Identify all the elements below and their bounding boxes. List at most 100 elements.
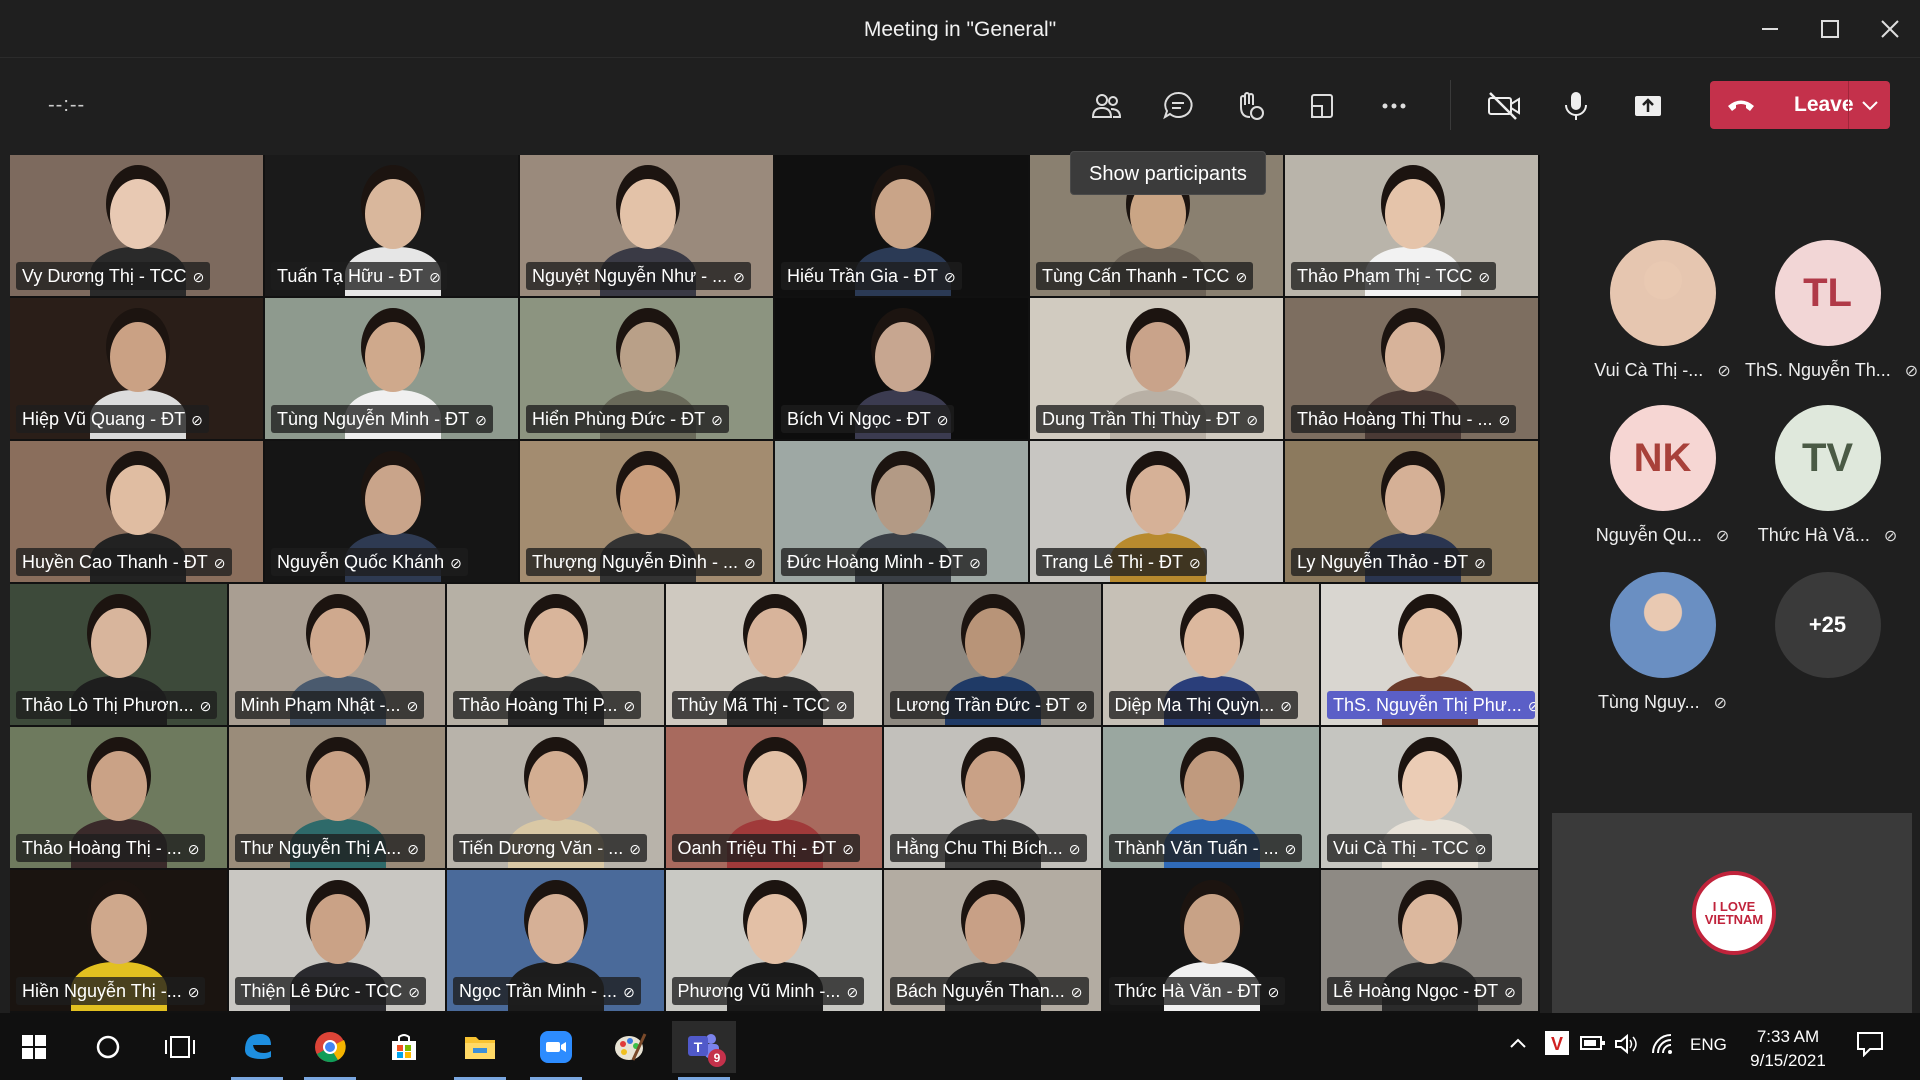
video-tile[interactable]: Tiến Dương Văn - ... ⊘ <box>447 727 664 868</box>
video-tile[interactable]: Nguyễn Quốc Khánh ⊘ <box>265 441 518 582</box>
gallery-participant[interactable]: Tùng Nguy... ⊘ <box>1580 572 1745 713</box>
camera-toggle-button[interactable] <box>1478 80 1530 132</box>
video-tile[interactable]: Thiện Lê Đức - TCC ⊘ <box>228 870 445 1011</box>
video-tile[interactable]: Thượng Nguyễn Đình - ... ⊘ <box>520 441 773 582</box>
show-participants-button[interactable] <box>1080 80 1132 132</box>
gallery-participant[interactable]: NK Nguyễn Qu... ⊘ <box>1580 405 1745 546</box>
video-tile[interactable]: Thảo Hoàng Thị - ... ⊘ <box>10 727 227 868</box>
microphone-button[interactable] <box>1550 80 1602 132</box>
video-tile[interactable]: Tuấn Tạ Hữu - ĐT ⊘ <box>265 155 518 296</box>
chevron-up-icon <box>1510 1038 1526 1048</box>
participant-name: Thức Hà Văn - ĐT <box>1114 981 1262 1001</box>
more-participants-button[interactable]: +25 <box>1745 572 1910 678</box>
video-tile[interactable]: Oanh Triệu Thị - ĐT ⊘ <box>665 727 882 868</box>
vietkey-tray-icon[interactable]: V <box>1544 1030 1570 1061</box>
close-button[interactable] <box>1860 0 1920 58</box>
gallery-participant[interactable]: TL ThS. Nguyễn Th... ⊘ <box>1745 240 1918 381</box>
volume-tray-icon[interactable] <box>1614 1033 1640 1060</box>
task-view-button[interactable] <box>148 1021 212 1073</box>
gallery-participant[interactable]: Vui Cà Thị -... ⊘ <box>1580 240 1745 381</box>
edge-taskbar-button[interactable] <box>225 1021 289 1080</box>
toolbar-divider <box>1450 80 1451 130</box>
gallery-participant[interactable]: TV Thức Hà Vă... ⊘ <box>1745 405 1910 546</box>
mic-muted-icon: ⊘ <box>711 412 723 428</box>
chat-button[interactable] <box>1152 80 1204 132</box>
mic-muted-icon: ⊘ <box>429 269 441 285</box>
video-tile[interactable]: Thảo Hoàng Thị P... ⊘ <box>447 584 664 725</box>
minimize-button[interactable] <box>1740 0 1800 58</box>
video-tile[interactable]: Thảo Phạm Thị - TCC ⊘ <box>1285 155 1538 296</box>
video-tile[interactable]: Thảo Hoàng Thị Thu - ... ⊘ <box>1285 298 1538 439</box>
more-actions-button[interactable] <box>1368 80 1420 132</box>
gallery-participant-name: Thức Hà Vă... <box>1757 525 1870 545</box>
notification-icon <box>1857 1032 1883 1058</box>
participants-icon <box>1091 94 1122 118</box>
show-hidden-icons-button[interactable] <box>1508 1033 1528 1058</box>
zoom-taskbar-button[interactable] <box>524 1021 588 1080</box>
video-tile[interactable]: ThS. Nguyễn Thị Phư... ⊘ <box>1321 584 1538 725</box>
rooms-button[interactable] <box>1296 80 1348 132</box>
avatar <box>1609 572 1716 678</box>
video-tile[interactable]: Diệp Ma Thị Quỳn... ⊘ <box>1102 584 1319 725</box>
wifi-icon <box>1652 1034 1672 1054</box>
video-tile[interactable]: Thủy Mã Thị - TCC ⊘ <box>665 584 882 725</box>
self-preview[interactable]: I LOVE VIETNAM <box>1552 813 1912 1013</box>
video-tile[interactable]: Bích Vi Ngọc - ĐT ⊘ <box>775 298 1028 439</box>
video-tile[interactable]: Thành Văn Tuấn - ... ⊘ <box>1102 727 1319 868</box>
participant-silhouette-head <box>1183 751 1240 821</box>
video-tile[interactable]: Nguyệt Nguyễn Như - ... ⊘ <box>520 155 773 296</box>
participant-name-label: Tùng Nguyễn Minh - ĐT ⊘ <box>271 405 493 433</box>
windows-start-button[interactable] <box>2 1021 66 1073</box>
file-explorer-taskbar-button[interactable] <box>448 1021 512 1080</box>
video-tile[interactable]: Lễ Hoàng Ngọc - ĐT ⊘ <box>1321 870 1538 1011</box>
store-taskbar-button[interactable] <box>372 1021 436 1073</box>
wifi-tray-icon[interactable] <box>1650 1033 1676 1060</box>
language-indicator[interactable]: ENG <box>1690 1035 1727 1055</box>
action-center-button[interactable] <box>1856 1031 1884 1062</box>
video-tile[interactable]: Bách Nguyễn Than... ⊘ <box>884 870 1101 1011</box>
video-tile[interactable]: Lương Trần Đức - ĐT ⊘ <box>884 584 1101 725</box>
video-tile[interactable]: Hiền Nguyễn Thị -... ⊘ <box>10 870 227 1011</box>
avatar-initials: +25 <box>1808 612 1847 637</box>
mic-muted-icon: ⊘ <box>743 555 756 571</box>
chevron-down-icon[interactable] <box>1858 93 1882 117</box>
video-tile[interactable]: Dung Trần Thị Thùy - ĐT ⊘ <box>1030 298 1283 439</box>
participant-name-label: Nguyệt Nguyễn Như - ... ⊘ <box>526 262 751 290</box>
participant-name: Nguyễn Quốc Khánh <box>277 552 445 572</box>
participant-silhouette-head <box>1129 465 1186 535</box>
video-tile[interactable]: Ngọc Trần Minh - ... ⊘ <box>447 870 664 1011</box>
video-tile[interactable]: Ly Nguyễn Thảo - ĐT ⊘ <box>1285 441 1538 582</box>
video-tile[interactable]: Hiếu Trần Gia - ĐT ⊘ <box>775 155 1028 296</box>
leave-button[interactable]: Leave <box>1710 81 1890 129</box>
video-tile[interactable]: Hiệp Vũ Quang - ĐT ⊘ <box>10 298 263 439</box>
participant-name-label: Phương Vũ Minh -... ⊘ <box>671 977 865 1005</box>
video-tile[interactable]: Hằng Chu Thị Bích... ⊘ <box>884 727 1101 868</box>
chrome-taskbar-button[interactable] <box>298 1021 362 1080</box>
avatar <box>1609 240 1716 346</box>
video-tile[interactable]: Thư Nguyễn Thị A... ⊘ <box>228 727 445 868</box>
video-tile[interactable]: Thức Hà Văn - ĐT ⊘ <box>1102 870 1319 1011</box>
share-screen-button[interactable] <box>1622 80 1674 132</box>
participant-name-label: Hằng Chu Thị Bích... ⊘ <box>890 834 1087 862</box>
teams-taskbar-button[interactable]: T 9 <box>672 1021 736 1080</box>
video-tile[interactable]: Phương Vũ Minh -... ⊘ <box>665 870 882 1011</box>
video-tile[interactable]: Vy Dương Thị - TCC ⊘ <box>10 155 263 296</box>
mic-muted-icon: ⊘ <box>1717 363 1731 380</box>
participant-name-label: Hiển Phùng Đức - ĐT ⊘ <box>526 405 729 433</box>
paint-taskbar-button[interactable] <box>598 1021 662 1073</box>
video-tile[interactable]: Thảo Lò Thị Phươn... ⊘ <box>10 584 227 725</box>
video-tile[interactable]: Huyền Cao Thanh - ĐT ⊘ <box>10 441 263 582</box>
system-clock[interactable]: 7:33 AM 9/15/2021 <box>1738 1025 1838 1073</box>
mic-muted-icon: ⊘ <box>1498 412 1511 428</box>
reactions-button[interactable] <box>1224 80 1276 132</box>
battery-tray-icon[interactable] <box>1580 1033 1606 1058</box>
video-tile[interactable]: Vui Cà Thị - TCC ⊘ <box>1321 727 1538 868</box>
video-tile[interactable]: Tùng Nguyễn Minh - ĐT ⊘ <box>265 298 518 439</box>
video-tile[interactable]: Trang Lê Thị - ĐT ⊘ <box>1030 441 1283 582</box>
search-button[interactable] <box>76 1021 140 1073</box>
participant-silhouette-head <box>1129 322 1186 392</box>
video-tile[interactable]: Đức Hoàng Minh - ĐT ⊘ <box>775 441 1028 582</box>
video-tile[interactable]: Hiển Phùng Đức - ĐT ⊘ <box>520 298 773 439</box>
video-tile[interactable]: Minh Phạm Nhật -... ⊘ <box>228 584 445 725</box>
maximize-button[interactable] <box>1800 0 1860 58</box>
